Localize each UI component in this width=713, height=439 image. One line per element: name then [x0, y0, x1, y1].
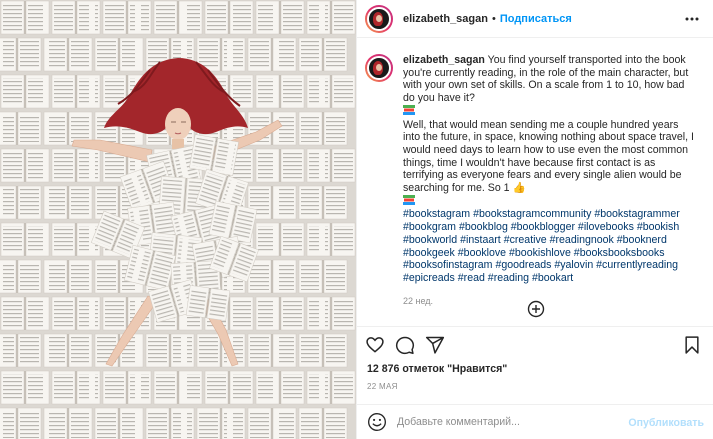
background-book — [51, 0, 101, 35]
caption-avatar[interactable] — [365, 54, 393, 82]
background-book — [306, 296, 356, 331]
background-book — [0, 407, 42, 439]
caption-hashtags[interactable]: #bookstagram #bookstagramcommunity #book… — [403, 208, 680, 284]
background-book — [43, 407, 93, 439]
paper-plane-icon[interactable] — [425, 335, 445, 355]
background-book — [51, 296, 101, 331]
post-header: elizabeth_sagan • Подписаться — [357, 0, 713, 38]
background-book — [204, 370, 254, 405]
pile-book — [185, 285, 231, 321]
background-book — [247, 333, 297, 368]
background-book — [247, 407, 297, 439]
photo-canvas — [0, 0, 356, 439]
background-book — [0, 185, 42, 220]
caption-username[interactable]: elizabeth_sagan — [403, 54, 485, 66]
background-book — [255, 74, 305, 109]
background-book — [0, 148, 50, 183]
background-book — [145, 407, 195, 439]
background-book — [247, 259, 297, 294]
background-book — [51, 148, 101, 183]
caption: elizabeth_sagan You find yourself transp… — [365, 54, 700, 307]
background-book — [0, 370, 50, 405]
background-book — [298, 37, 348, 72]
plus-circle-icon[interactable] — [527, 300, 545, 318]
background-book — [306, 370, 356, 405]
background-book — [298, 407, 348, 439]
background-book — [298, 111, 348, 146]
comment-input[interactable] — [397, 416, 617, 428]
background-book — [255, 0, 305, 35]
background-book — [94, 37, 144, 72]
publish-button[interactable]: Опубликовать — [628, 417, 704, 429]
background-book — [43, 37, 93, 72]
background-book — [306, 148, 356, 183]
background-book — [43, 333, 93, 368]
books-emoji-icon — [403, 194, 415, 205]
background-book — [0, 296, 50, 331]
action-bar — [357, 326, 713, 362]
background-book — [298, 259, 348, 294]
background-book — [102, 370, 152, 405]
caption-age: 22 нед. — [403, 295, 434, 306]
background-book — [204, 0, 254, 35]
comments-section[interactable]: elizabeth_sagan You find yourself transp… — [357, 38, 713, 326]
background-book — [0, 333, 42, 368]
background-book — [306, 0, 356, 35]
instagram-post: elizabeth_sagan • Подписаться elizabeth_… — [0, 0, 713, 439]
smiley-icon[interactable] — [367, 412, 387, 432]
background-book — [255, 222, 305, 257]
follow-button[interactable]: Подписаться — [500, 13, 572, 25]
background-book — [153, 370, 203, 405]
background-book — [145, 333, 195, 368]
background-book — [298, 333, 348, 368]
caption-text-answer: Well, that would mean sending me a coupl… — [403, 118, 694, 195]
comment-icon[interactable] — [395, 335, 415, 355]
background-book — [0, 0, 50, 35]
thumbs-up-emoji-icon: 👍 — [512, 182, 526, 195]
post-date: 22 МАЯ — [367, 382, 398, 391]
background-book — [306, 74, 356, 109]
post-photo[interactable] — [0, 0, 356, 439]
background-book — [298, 185, 348, 220]
background-book — [0, 74, 50, 109]
background-book — [0, 37, 42, 72]
add-comment-bar: Опубликовать — [357, 404, 713, 439]
heart-icon[interactable] — [365, 335, 385, 355]
background-book — [0, 222, 50, 257]
background-book — [51, 74, 101, 109]
more-horizontal-icon[interactable] — [684, 11, 700, 27]
bookmark-icon[interactable] — [682, 335, 702, 355]
caption-body: elizabeth_sagan You find yourself transp… — [403, 54, 698, 307]
background-book — [247, 37, 297, 72]
post-side-panel: elizabeth_sagan • Подписаться elizabeth_… — [356, 0, 713, 439]
background-book — [255, 148, 305, 183]
background-book — [0, 111, 42, 146]
author-avatar[interactable] — [365, 4, 393, 33]
background-book — [43, 185, 93, 220]
likes-count[interactable]: 12 876 отметок "Нравится" — [367, 363, 507, 375]
pile-book — [189, 134, 239, 176]
books-emoji-icon — [403, 104, 415, 115]
author-username[interactable]: elizabeth_sagan — [403, 13, 488, 25]
background-book — [51, 370, 101, 405]
background-book — [306, 222, 356, 257]
background-book — [255, 296, 305, 331]
background-book — [94, 407, 144, 439]
background-book — [153, 0, 203, 35]
background-book — [196, 407, 246, 439]
background-book — [102, 0, 152, 35]
background-book — [196, 37, 246, 72]
background-book — [255, 370, 305, 405]
background-book — [0, 259, 42, 294]
background-book — [43, 259, 93, 294]
header-separator: • — [491, 12, 496, 25]
